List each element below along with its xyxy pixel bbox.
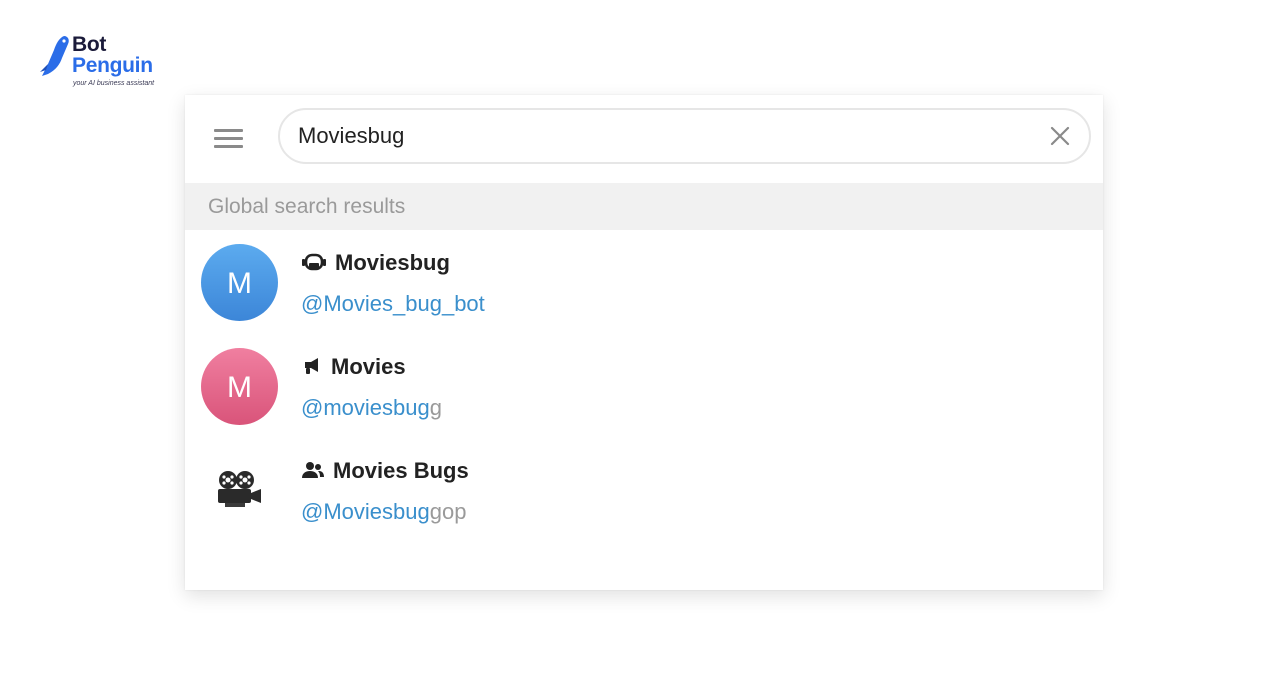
result-username: @Movies_bug_bot	[301, 291, 485, 317]
search-result-item[interactable]: M Moviesbug @Movies_bug_bot	[185, 232, 1103, 336]
global-search-section-header: Global search results	[185, 183, 1103, 230]
result-title: Movies	[331, 354, 406, 379]
username-match: @Moviesbug	[301, 499, 430, 524]
hamburger-menu-icon[interactable]	[211, 126, 245, 152]
brand-name-line1: Bot	[72, 33, 107, 56]
search-bar	[278, 108, 1091, 164]
group-icon	[302, 462, 324, 479]
bot-icon	[302, 253, 326, 271]
username-match: @moviesbug	[301, 395, 430, 420]
username-match: @Movies_bug_bot	[301, 291, 485, 316]
search-input[interactable]	[298, 120, 1018, 152]
channel-megaphone-icon	[305, 358, 318, 375]
brand-name-line2: Penguin	[72, 54, 153, 77]
movie-projector-icon	[218, 471, 261, 507]
brand-tagline: your AI business assistant	[73, 80, 155, 87]
avatar: M	[201, 244, 278, 321]
result-title-row: Movies Bugs	[301, 458, 469, 484]
avatar	[201, 452, 278, 529]
botpenguin-logo: Bot Penguin your AI business assistant	[38, 34, 178, 94]
result-title-row: Movies	[301, 354, 406, 380]
result-title: Movies Bugs	[333, 458, 469, 483]
section-title: Global search results	[208, 195, 406, 218]
result-username: @Moviesbuggop	[301, 499, 466, 525]
result-title: Moviesbug	[335, 250, 450, 275]
result-username: @moviesbugg	[301, 395, 442, 421]
avatar: M	[201, 348, 278, 425]
result-title-row: Moviesbug	[301, 250, 450, 276]
search-panel: Global search results M Moviesbug @Movie…	[185, 95, 1103, 590]
close-icon[interactable]	[1049, 125, 1071, 147]
search-result-item[interactable]: Movies Bugs @Moviesbuggop	[185, 440, 1103, 544]
search-result-item[interactable]: M Movies @moviesbugg	[185, 336, 1103, 440]
username-rest: gop	[429, 499, 467, 524]
penguin-logo-icon	[40, 36, 69, 76]
username-rest: g	[429, 395, 442, 420]
